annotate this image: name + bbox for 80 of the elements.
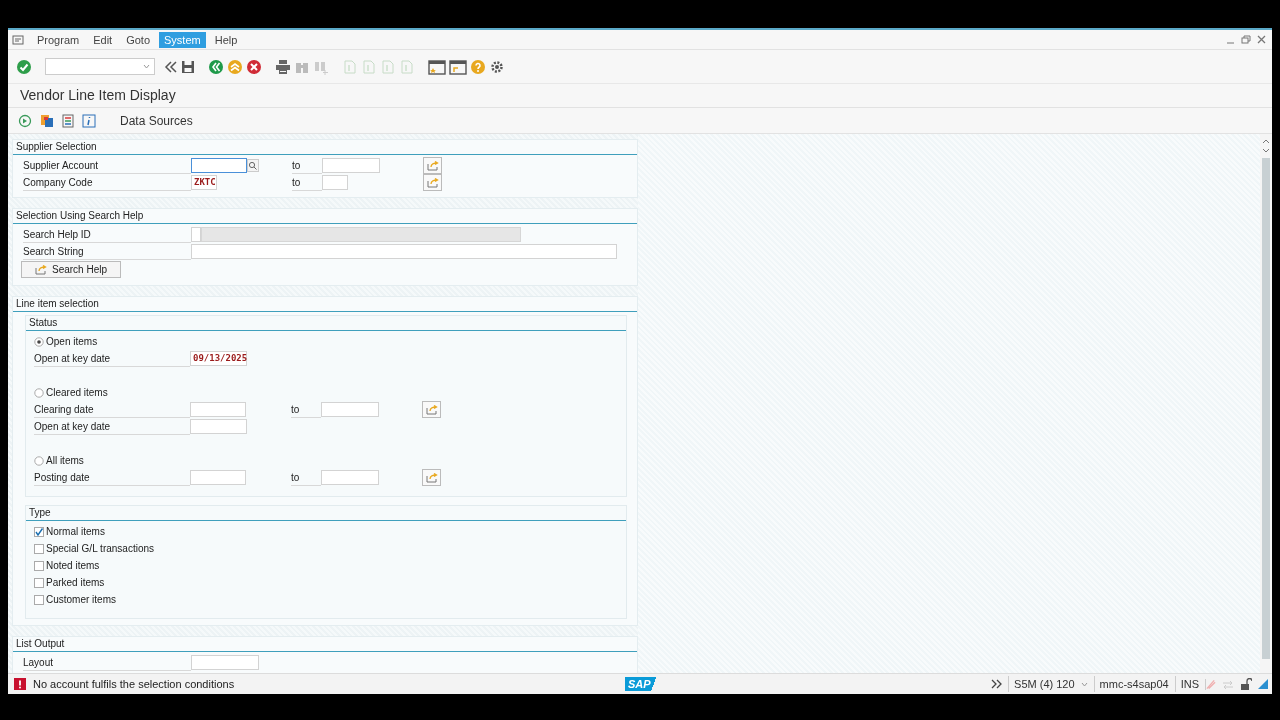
- restore-icon[interactable]: [1241, 35, 1251, 44]
- scroll-up-icon[interactable]: [1262, 138, 1270, 144]
- resize-grip-icon[interactable]: [1258, 679, 1268, 689]
- cancel-icon[interactable]: [246, 58, 262, 75]
- input-field[interactable]: ZKTC: [191, 175, 217, 190]
- scroll-down-icon[interactable]: [1262, 148, 1270, 154]
- input-mode: INS: [1174, 675, 1199, 693]
- checkbox-icon[interactable]: [34, 594, 44, 605]
- checkbox[interactable]: Normal items: [34, 524, 105, 539]
- checkbox[interactable]: Special G/L transactions: [34, 541, 155, 556]
- menu-item[interactable]: Program: [32, 31, 85, 48]
- section-title: Selection Using Search Help: [13, 209, 637, 224]
- command-field[interactable]: [45, 58, 155, 75]
- scrollbar[interactable]: [1260, 134, 1272, 673]
- new-window-icon[interactable]: [428, 58, 446, 75]
- section-title: List Output: [13, 637, 637, 652]
- field-label: Supplier Account: [23, 157, 191, 174]
- system-info[interactable]: S5M (4) 120: [1008, 675, 1075, 693]
- field-label: Search Help ID: [23, 226, 191, 243]
- radio-button[interactable]: All items: [34, 453, 84, 468]
- caret-icon[interactable]: [1080, 681, 1088, 687]
- transfer-icon[interactable]: [1222, 678, 1234, 690]
- toolbar-button[interactable]: Data Sources: [114, 110, 199, 131]
- status-message: No account fulfils the selection conditions: [33, 676, 236, 692]
- info-icon[interactable]: [82, 113, 96, 128]
- section-title: Line item selection: [13, 297, 637, 312]
- field-label: Layout: [23, 654, 191, 671]
- field-label: Open at key date: [34, 418, 190, 435]
- variants-icon[interactable]: [40, 113, 54, 128]
- execute-icon[interactable]: [18, 113, 32, 128]
- arrow-icon[interactable]: [35, 264, 47, 275]
- scroll-thumb[interactable]: [1262, 158, 1270, 659]
- back-icon[interactable]: [208, 58, 224, 75]
- field-label: Company Code: [23, 174, 191, 191]
- input-field[interactable]: [191, 158, 247, 173]
- section-title: Supplier Selection: [13, 140, 637, 155]
- dropdown-icon[interactable]: [143, 64, 150, 69]
- section-title: Type: [26, 506, 626, 521]
- checkbox-icon[interactable]: [34, 560, 44, 571]
- field-label: Posting date: [34, 469, 190, 486]
- field-label: Open at key date: [34, 350, 190, 367]
- radio-icon[interactable]: [34, 455, 44, 466]
- settings-icon[interactable]: [489, 58, 505, 75]
- menu-item[interactable]: Goto: [121, 31, 155, 48]
- double-chevron-left-icon[interactable]: [164, 59, 178, 74]
- sap-logo: SAP: [625, 677, 659, 691]
- save-icon[interactable]: [181, 59, 195, 74]
- close-icon[interactable]: [1257, 35, 1266, 44]
- radio-icon[interactable]: [34, 336, 44, 347]
- error-icon[interactable]: [14, 678, 26, 690]
- radio-icon[interactable]: [34, 387, 44, 398]
- checkbox-icon[interactable]: [34, 543, 44, 554]
- check-icon[interactable]: [16, 58, 32, 75]
- menu-item[interactable]: Help: [209, 31, 243, 48]
- next-page-icon[interactable]: [380, 58, 396, 75]
- search-help-button[interactable]: Search Help: [21, 261, 121, 278]
- double-chevron-right-icon[interactable]: [991, 679, 1003, 689]
- checkbox[interactable]: Noted items: [34, 558, 100, 573]
- menu-item[interactable]: Edit: [88, 31, 118, 48]
- field-label: Search String: [23, 243, 191, 260]
- last-page-icon[interactable]: [399, 58, 415, 75]
- input-field[interactable]: 09/13/2025: [190, 351, 247, 366]
- previous-page-icon[interactable]: [361, 58, 377, 75]
- section-title: Status: [26, 316, 626, 331]
- checkbox-icon[interactable]: [34, 526, 44, 537]
- server-name: mmc-s4sap04: [1093, 675, 1169, 693]
- list-icon[interactable]: [62, 113, 74, 128]
- print-icon[interactable]: [275, 58, 291, 75]
- checkbox-icon[interactable]: [34, 577, 44, 588]
- checkbox[interactable]: Parked items: [34, 575, 105, 590]
- checkbox[interactable]: Customer items: [34, 592, 116, 607]
- field-label: Clearing date: [34, 401, 190, 418]
- window-title: Vendor Line Item Display: [20, 86, 176, 105]
- radio-button[interactable]: Open items: [34, 334, 98, 349]
- lock-icon[interactable]: [1240, 678, 1252, 690]
- first-page-icon[interactable]: [342, 58, 358, 75]
- search-help-icon[interactable]: [247, 159, 259, 172]
- radio-button[interactable]: Cleared items: [34, 385, 108, 400]
- shortcut-window-icon[interactable]: [449, 58, 467, 75]
- menu-icon[interactable]: [12, 34, 24, 45]
